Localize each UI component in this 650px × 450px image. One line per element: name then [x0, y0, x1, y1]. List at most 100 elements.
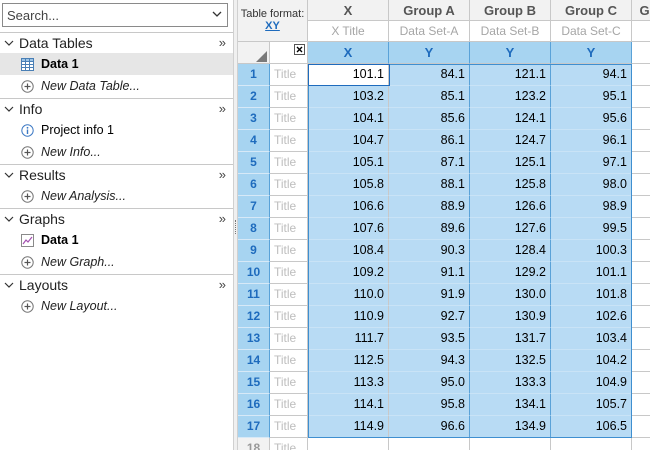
row-title-cell[interactable]: Title [270, 240, 308, 262]
collapse-chevron-icon[interactable] [4, 104, 14, 114]
collapse-chevron-icon[interactable] [4, 214, 14, 224]
cell-x[interactable]: 111.7 [308, 328, 389, 350]
cell-group-c[interactable]: 97.1 [551, 152, 632, 174]
row-number[interactable]: 2 [238, 86, 270, 108]
cell-group-b[interactable]: 134.1 [470, 394, 551, 416]
cell-group-c[interactable]: 105.7 [551, 394, 632, 416]
cell-x[interactable]: 114.9 [308, 416, 389, 438]
cell-group-g[interactable] [632, 372, 650, 394]
cell-group-a[interactable]: 95.0 [389, 372, 470, 394]
cell-group-g[interactable] [632, 328, 650, 350]
select-all-corner[interactable] [238, 42, 270, 64]
row-number[interactable]: 4 [238, 130, 270, 152]
column-title-group-b[interactable]: Data Set-B [470, 21, 551, 42]
cell-x[interactable]: 103.2 [308, 86, 389, 108]
cell-group-c[interactable]: 102.6 [551, 306, 632, 328]
row-number[interactable]: 7 [238, 196, 270, 218]
cell-x[interactable]: 105.8 [308, 174, 389, 196]
cell-group-b[interactable]: 124.1 [470, 108, 551, 130]
row-title-cell[interactable]: Title [270, 350, 308, 372]
cell-group-g[interactable] [632, 196, 650, 218]
cell-group-c[interactable]: 94.1 [551, 64, 632, 86]
row-title-cell[interactable]: Title [270, 284, 308, 306]
nav-item-new-analysis[interactable]: New Analysis... [0, 185, 233, 207]
cell-group-a[interactable]: 90.3 [389, 240, 470, 262]
expand-more-icon[interactable]: » [219, 167, 226, 182]
row-title-cell[interactable]: Title [270, 64, 308, 86]
nav-item-data-1[interactable]: Data 1 [0, 229, 233, 251]
cell-group-g[interactable] [632, 284, 650, 306]
nav-item-new-graph[interactable]: New Graph... [0, 251, 233, 273]
cell-group-b[interactable]: 133.3 [470, 372, 551, 394]
search-input[interactable] [3, 4, 203, 26]
cell-group-a[interactable]: 91.9 [389, 284, 470, 306]
cell-group-a[interactable] [389, 438, 470, 450]
row-title-cell[interactable]: Title [270, 86, 308, 108]
row-number[interactable]: 14 [238, 350, 270, 372]
cell-group-c[interactable]: 106.5 [551, 416, 632, 438]
cell-x[interactable]: 112.5 [308, 350, 389, 372]
nav-section-header[interactable]: Results » [0, 164, 233, 185]
cell-group-b[interactable]: 128.4 [470, 240, 551, 262]
cell-group-a[interactable]: 96.6 [389, 416, 470, 438]
nav-section-header[interactable]: Layouts » [0, 274, 233, 295]
close-box-icon[interactable] [294, 44, 305, 55]
cell-group-b[interactable]: 132.5 [470, 350, 551, 372]
cell-group-b[interactable]: 125.1 [470, 152, 551, 174]
cell-group-g[interactable] [632, 86, 650, 108]
expand-more-icon[interactable]: » [219, 277, 226, 292]
cell-group-a[interactable]: 92.7 [389, 306, 470, 328]
cell-group-a[interactable]: 89.6 [389, 218, 470, 240]
cell-group-b[interactable]: 131.7 [470, 328, 551, 350]
splitter-grip[interactable] [235, 220, 237, 234]
cell-group-g[interactable] [632, 174, 650, 196]
cell-group-g[interactable] [632, 438, 650, 450]
cell-x[interactable]: 110.9 [308, 306, 389, 328]
cell-x[interactable]: 107.6 [308, 218, 389, 240]
expand-more-icon[interactable]: » [219, 101, 226, 116]
cell-group-a[interactable]: 94.3 [389, 350, 470, 372]
cell-group-b[interactable]: 127.6 [470, 218, 551, 240]
cell-x[interactable]: 101.1 [308, 64, 389, 86]
row-number[interactable]: 3 [238, 108, 270, 130]
column-header-group-b[interactable]: Group B [470, 0, 551, 21]
select-all-triangle-icon[interactable] [256, 51, 267, 62]
row-title-cell[interactable]: Title [270, 130, 308, 152]
nav-item-data-1[interactable]: Data 1 [0, 53, 233, 75]
row-title-cell[interactable]: Title [270, 262, 308, 284]
cell-group-a[interactable]: 87.1 [389, 152, 470, 174]
cell-group-g[interactable] [632, 350, 650, 372]
cell-group-b[interactable]: 129.2 [470, 262, 551, 284]
row-number[interactable]: 5 [238, 152, 270, 174]
row-title-cell[interactable]: Title [270, 108, 308, 130]
cell-group-g[interactable] [632, 130, 650, 152]
row-title-cell[interactable]: Title [270, 416, 308, 438]
cell-x[interactable]: 104.7 [308, 130, 389, 152]
row-title-cell[interactable]: Title [270, 196, 308, 218]
column-title-g[interactable] [632, 21, 650, 42]
cell-group-b[interactable]: 121.1 [470, 64, 551, 86]
cell-group-b[interactable]: 123.2 [470, 86, 551, 108]
cell-group-b[interactable] [470, 438, 551, 450]
cell-group-c[interactable]: 104.2 [551, 350, 632, 372]
cell-group-c[interactable]: 95.6 [551, 108, 632, 130]
cell-group-c[interactable]: 98.0 [551, 174, 632, 196]
cell-group-c[interactable]: 99.5 [551, 218, 632, 240]
column-header-g[interactable]: G [632, 0, 650, 21]
collapse-chevron-icon[interactable] [4, 280, 14, 290]
cell-x[interactable]: 104.1 [308, 108, 389, 130]
cell-group-a[interactable]: 88.1 [389, 174, 470, 196]
cell-group-g[interactable] [632, 108, 650, 130]
collapse-chevron-icon[interactable] [4, 38, 14, 48]
row-number[interactable]: 10 [238, 262, 270, 284]
column-header-group-a[interactable]: Group A [389, 0, 470, 21]
cell-group-a[interactable]: 84.1 [389, 64, 470, 86]
nav-item-new-info[interactable]: New Info... [0, 141, 233, 163]
cell-group-c[interactable]: 101.1 [551, 262, 632, 284]
table-format-value[interactable]: XY [238, 20, 307, 32]
cell-group-c[interactable]: 104.9 [551, 372, 632, 394]
nav-item-project-info-1[interactable]: Project info 1 [0, 119, 233, 141]
cell-group-b[interactable]: 130.9 [470, 306, 551, 328]
row-number[interactable]: 13 [238, 328, 270, 350]
cell-group-g[interactable] [632, 306, 650, 328]
